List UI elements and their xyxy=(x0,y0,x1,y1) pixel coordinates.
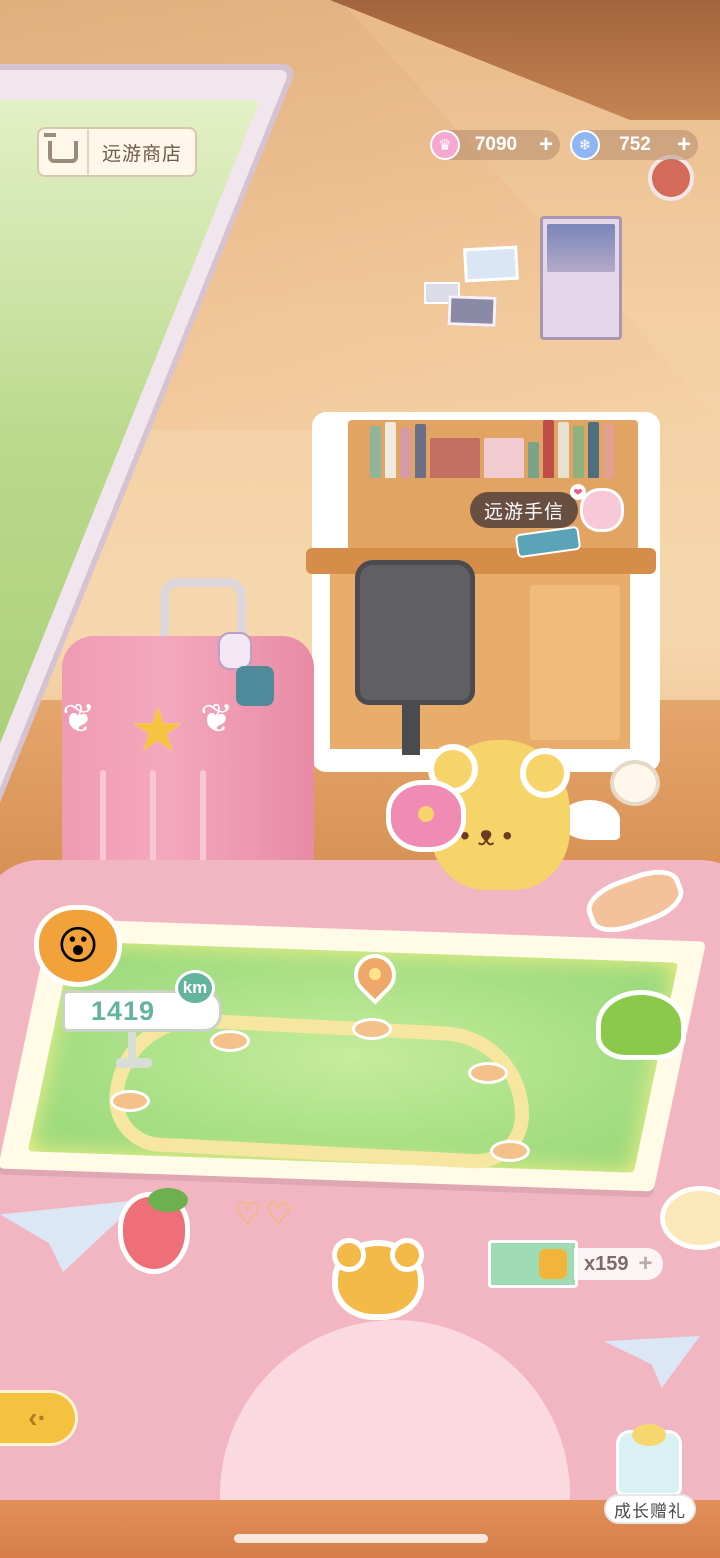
bear-ear xyxy=(332,1238,366,1272)
suitcase-stripe xyxy=(100,770,106,870)
add-blue-gem-button[interactable]: + xyxy=(670,131,698,159)
wall-photo xyxy=(447,295,497,327)
desk-drawers xyxy=(530,585,620,740)
ticket-counter: x159 + xyxy=(488,1240,676,1288)
gift-bow xyxy=(632,1424,666,1446)
heart-cookies-icon: ♡♡ xyxy=(234,1198,296,1231)
pin-dot xyxy=(369,968,381,980)
add-ticket-button[interactable]: + xyxy=(639,1252,653,1276)
tiger-sticker-icon: 😮 xyxy=(34,905,122,987)
ticket-count-pill: x159 + xyxy=(574,1248,663,1280)
travel-shop-label: 远游商店 xyxy=(101,143,182,165)
back-arrow-icon: ‹· xyxy=(28,1402,47,1433)
train-icon xyxy=(539,1249,567,1279)
route-stop xyxy=(210,1030,250,1052)
route-stop xyxy=(468,1062,508,1084)
chair-leg xyxy=(402,705,420,755)
calendar-picture xyxy=(547,224,615,272)
back-button[interactable]: ‹· xyxy=(0,1390,78,1446)
creature-tail xyxy=(610,760,660,806)
bear-ear xyxy=(390,1238,424,1272)
bookshelf-books xyxy=(370,418,630,478)
luggage-tag xyxy=(236,666,274,706)
star-icon: ★ xyxy=(130,696,186,765)
heart-icon: ❤ xyxy=(570,484,586,500)
room-scene: 远游手信 ❤ ★ ❦ ❦ • ᴥ • 1419 km 😮 ♡♡ xyxy=(0,0,720,1558)
pink-gem-count: 7090 xyxy=(474,134,518,155)
shop-cart-icon xyxy=(39,129,89,175)
route-stop xyxy=(490,1140,530,1162)
train-ticket-icon xyxy=(488,1240,578,1288)
km-badge: km xyxy=(175,970,215,1006)
souvenir-bubble[interactable]: 远游手信 xyxy=(470,492,579,528)
travel-shop-button[interactable]: 远游商店 xyxy=(37,127,197,177)
snowflake-gem-icon: ❄ xyxy=(570,130,600,160)
blue-gem-count: 752 xyxy=(619,134,651,155)
luggage-tag xyxy=(218,632,252,670)
sakura-icon xyxy=(580,488,624,532)
flower-center xyxy=(418,806,434,822)
ticket-count: x159 xyxy=(584,1252,629,1275)
sign-base xyxy=(116,1058,152,1068)
wall-clock xyxy=(648,155,694,201)
home-indicator[interactable] xyxy=(234,1534,488,1543)
strawberry-leaf xyxy=(148,1188,188,1212)
pink-gem-icon: ♛ xyxy=(430,130,460,160)
currency-pink-gem: ♛ 7090 + xyxy=(430,130,560,160)
creature-face: • ᴥ • xyxy=(460,820,513,851)
growth-gift-button[interactable]: 成长赠礼 xyxy=(604,1494,696,1524)
suitcase-stripe xyxy=(200,770,206,870)
suitcase-stripe xyxy=(150,770,156,870)
creature-ear xyxy=(520,748,570,798)
route-stop xyxy=(352,1018,392,1040)
map-route xyxy=(106,1009,534,1171)
sprout-icon xyxy=(596,990,686,1060)
wall-photo xyxy=(463,245,519,283)
route-stop xyxy=(110,1090,150,1112)
desk-chair xyxy=(355,560,475,705)
wing-icon: ❦ xyxy=(200,697,234,741)
distance-value: 1419 xyxy=(91,995,156,1026)
currency-blue-gem: ❄ 752 + xyxy=(570,130,698,160)
add-pink-gem-button[interactable]: + xyxy=(532,131,560,159)
wing-icon: ❦ xyxy=(62,697,96,741)
